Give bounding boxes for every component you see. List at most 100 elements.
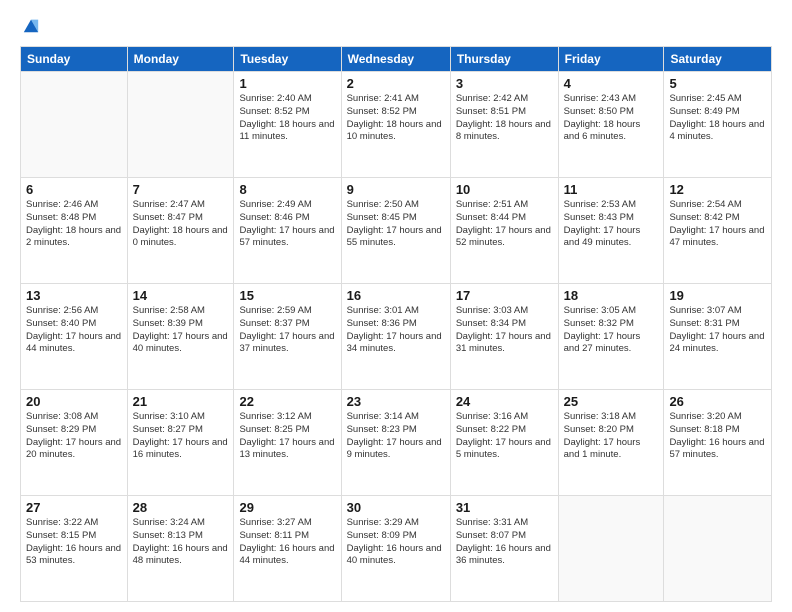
day-number: 23 [347, 394, 445, 409]
calendar-cell: 11 Sunrise: 2:53 AM Sunset: 8:43 PM Dayli… [558, 178, 664, 284]
calendar-cell: 1Sunrise: 2:40 AM Sunset: 8:52 PM Daylig… [234, 72, 341, 178]
day-number: 19 [669, 288, 766, 303]
weekday-header-wednesday: Wednesday [341, 47, 450, 72]
calendar-cell: 10 Sunrise: 2:51 AM Sunset: 8:44 PM Dayli… [450, 178, 558, 284]
day-number: 9 [347, 182, 445, 197]
page: SundayMondayTuesdayWednesdayThursdayFrid… [0, 0, 792, 612]
day-number: 27 [26, 500, 122, 515]
day-info: Sunrise: 3:07 AM Sunset: 8:31 PM Dayligh… [669, 305, 766, 356]
day-number: 20 [26, 394, 122, 409]
day-number: 17 [456, 288, 553, 303]
day-info: Sunrise: 3:16 AM Sunset: 8:22 PM Dayligh… [456, 411, 553, 462]
weekday-header-friday: Friday [558, 47, 664, 72]
calendar-cell: 21 Sunrise: 3:10 AM Sunset: 8:27 PM Dayli… [127, 390, 234, 496]
day-info: Sunrise: 3:22 AM Sunset: 8:15 PM Dayligh… [26, 517, 122, 568]
day-info: Sunrise: 2:40 AM Sunset: 8:52 PM Dayligh… [239, 93, 335, 144]
calendar-cell: 29 Sunrise: 3:27 AM Sunset: 8:11 PM Dayli… [234, 496, 341, 602]
day-info: Sunrise: 2:58 AM Sunset: 8:39 PM Dayligh… [133, 305, 229, 356]
day-number: 4 [564, 76, 659, 91]
day-number: 11 [564, 182, 659, 197]
calendar-cell: 14 Sunrise: 2:58 AM Sunset: 8:39 PM Dayli… [127, 284, 234, 390]
day-number: 15 [239, 288, 335, 303]
logo-icon [22, 16, 40, 34]
calendar-week-row: 27 Sunrise: 3:22 AM Sunset: 8:15 PM Dayli… [21, 496, 772, 602]
day-number: 22 [239, 394, 335, 409]
day-info: Sunrise: 2:45 AM Sunset: 8:49 PM Dayligh… [669, 93, 766, 144]
weekday-header-sunday: Sunday [21, 47, 128, 72]
day-number: 10 [456, 182, 553, 197]
day-number: 12 [669, 182, 766, 197]
calendar-cell: 25Sunrise: 3:18 AM Sunset: 8:20 PM Dayli… [558, 390, 664, 496]
calendar-cell: 12 Sunrise: 2:54 AM Sunset: 8:42 PM Dayli… [664, 178, 772, 284]
calendar-cell: 23Sunrise: 3:14 AM Sunset: 8:23 PM Dayli… [341, 390, 450, 496]
day-info: Sunrise: 2:56 AM Sunset: 8:40 PM Dayligh… [26, 305, 122, 356]
day-info: Sunrise: 3:10 AM Sunset: 8:27 PM Dayligh… [133, 411, 229, 462]
calendar-cell: 24 Sunrise: 3:16 AM Sunset: 8:22 PM Dayli… [450, 390, 558, 496]
day-number: 25 [564, 394, 659, 409]
day-info: Sunrise: 2:49 AM Sunset: 8:46 PM Dayligh… [239, 199, 335, 250]
calendar-cell [21, 72, 128, 178]
day-info: Sunrise: 2:42 AM Sunset: 8:51 PM Dayligh… [456, 93, 553, 144]
weekday-header-saturday: Saturday [664, 47, 772, 72]
day-info: Sunrise: 2:51 AM Sunset: 8:44 PM Dayligh… [456, 199, 553, 250]
calendar-week-row: 1Sunrise: 2:40 AM Sunset: 8:52 PM Daylig… [21, 72, 772, 178]
calendar-cell: 4 Sunrise: 2:43 AM Sunset: 8:50 PM Daylig… [558, 72, 664, 178]
day-info: Sunrise: 2:47 AM Sunset: 8:47 PM Dayligh… [133, 199, 229, 250]
calendar-cell: 30Sunrise: 3:29 AM Sunset: 8:09 PM Dayli… [341, 496, 450, 602]
calendar-week-row: 13 Sunrise: 2:56 AM Sunset: 8:40 PM Dayli… [21, 284, 772, 390]
calendar-cell: 6Sunrise: 2:46 AM Sunset: 8:48 PM Daylig… [21, 178, 128, 284]
day-number: 5 [669, 76, 766, 91]
day-number: 28 [133, 500, 229, 515]
day-info: Sunrise: 3:12 AM Sunset: 8:25 PM Dayligh… [239, 411, 335, 462]
calendar-cell: 16 Sunrise: 3:01 AM Sunset: 8:36 PM Dayli… [341, 284, 450, 390]
calendar-cell: 31 Sunrise: 3:31 AM Sunset: 8:07 PM Dayli… [450, 496, 558, 602]
day-number: 2 [347, 76, 445, 91]
day-number: 26 [669, 394, 766, 409]
day-info: Sunrise: 3:05 AM Sunset: 8:32 PM Dayligh… [564, 305, 659, 356]
day-info: Sunrise: 3:31 AM Sunset: 8:07 PM Dayligh… [456, 517, 553, 568]
calendar-week-row: 6Sunrise: 2:46 AM Sunset: 8:48 PM Daylig… [21, 178, 772, 284]
calendar: SundayMondayTuesdayWednesdayThursdayFrid… [20, 46, 772, 602]
logo [20, 16, 40, 36]
day-info: Sunrise: 2:53 AM Sunset: 8:43 PM Dayligh… [564, 199, 659, 250]
header [20, 16, 772, 36]
calendar-cell: 27 Sunrise: 3:22 AM Sunset: 8:15 PM Dayli… [21, 496, 128, 602]
day-info: Sunrise: 2:46 AM Sunset: 8:48 PM Dayligh… [26, 199, 122, 250]
day-info: Sunrise: 3:03 AM Sunset: 8:34 PM Dayligh… [456, 305, 553, 356]
calendar-cell: 15Sunrise: 2:59 AM Sunset: 8:37 PM Dayli… [234, 284, 341, 390]
day-number: 21 [133, 394, 229, 409]
day-info: Sunrise: 3:27 AM Sunset: 8:11 PM Dayligh… [239, 517, 335, 568]
calendar-cell: 18 Sunrise: 3:05 AM Sunset: 8:32 PM Dayli… [558, 284, 664, 390]
day-number: 14 [133, 288, 229, 303]
calendar-cell: 19 Sunrise: 3:07 AM Sunset: 8:31 PM Dayli… [664, 284, 772, 390]
calendar-cell: 22 Sunrise: 3:12 AM Sunset: 8:25 PM Dayli… [234, 390, 341, 496]
weekday-header-monday: Monday [127, 47, 234, 72]
day-info: Sunrise: 3:29 AM Sunset: 8:09 PM Dayligh… [347, 517, 445, 568]
day-info: Sunrise: 3:08 AM Sunset: 8:29 PM Dayligh… [26, 411, 122, 462]
day-info: Sunrise: 2:54 AM Sunset: 8:42 PM Dayligh… [669, 199, 766, 250]
calendar-cell: 17 Sunrise: 3:03 AM Sunset: 8:34 PM Dayli… [450, 284, 558, 390]
day-number: 3 [456, 76, 553, 91]
day-info: Sunrise: 2:50 AM Sunset: 8:45 PM Dayligh… [347, 199, 445, 250]
day-info: Sunrise: 2:43 AM Sunset: 8:50 PM Dayligh… [564, 93, 659, 144]
calendar-cell: 2 Sunrise: 2:41 AM Sunset: 8:52 PM Daylig… [341, 72, 450, 178]
weekday-header-row: SundayMondayTuesdayWednesdayThursdayFrid… [21, 47, 772, 72]
calendar-cell: 9 Sunrise: 2:50 AM Sunset: 8:45 PM Daylig… [341, 178, 450, 284]
calendar-cell: 13 Sunrise: 2:56 AM Sunset: 8:40 PM Dayli… [21, 284, 128, 390]
day-number: 16 [347, 288, 445, 303]
day-number: 24 [456, 394, 553, 409]
day-number: 18 [564, 288, 659, 303]
calendar-cell [127, 72, 234, 178]
calendar-cell: 3 Sunrise: 2:42 AM Sunset: 8:51 PM Daylig… [450, 72, 558, 178]
calendar-cell: 8Sunrise: 2:49 AM Sunset: 8:46 PM Daylig… [234, 178, 341, 284]
day-number: 29 [239, 500, 335, 515]
day-number: 13 [26, 288, 122, 303]
day-number: 31 [456, 500, 553, 515]
calendar-cell: 5 Sunrise: 2:45 AM Sunset: 8:49 PM Daylig… [664, 72, 772, 178]
day-info: Sunrise: 3:01 AM Sunset: 8:36 PM Dayligh… [347, 305, 445, 356]
calendar-cell: 7Sunrise: 2:47 AM Sunset: 8:47 PM Daylig… [127, 178, 234, 284]
calendar-cell: 20 Sunrise: 3:08 AM Sunset: 8:29 PM Dayli… [21, 390, 128, 496]
day-info: Sunrise: 2:41 AM Sunset: 8:52 PM Dayligh… [347, 93, 445, 144]
calendar-cell: 28Sunrise: 3:24 AM Sunset: 8:13 PM Dayli… [127, 496, 234, 602]
weekday-header-tuesday: Tuesday [234, 47, 341, 72]
